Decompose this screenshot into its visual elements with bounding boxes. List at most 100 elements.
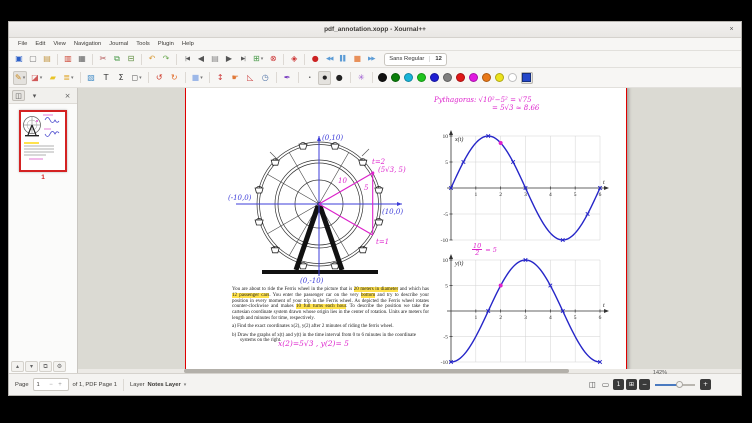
presentation-mode-button[interactable]: ▭ — [600, 379, 611, 390]
fullscreen-button[interactable]: ◈ — [288, 53, 300, 65]
sidebar-dropdown-button[interactable]: ▾ — [28, 90, 41, 101]
redo-button[interactable]: ↷ — [160, 53, 172, 65]
color-magenta-swatch[interactable] — [469, 73, 478, 82]
color-white-swatch[interactable] — [508, 73, 517, 82]
pen-tool-button[interactable]: ✎▾ — [13, 71, 27, 85]
print-button[interactable]: ▦ — [76, 53, 88, 65]
scroll-up-button[interactable]: ▴ — [11, 361, 24, 372]
layer-chevron-icon[interactable]: ▾ — [184, 382, 187, 388]
select-rectangle-button[interactable]: ■▾ — [190, 71, 205, 85]
add-page-dropdown-icon[interactable]: ▾ — [261, 56, 264, 62]
select-rectangle-dropdown-icon[interactable]: ▾ — [200, 75, 203, 81]
ruler-button[interactable]: ◺ — [244, 71, 257, 85]
spline-button[interactable]: ◷ — [259, 71, 272, 85]
color-green-swatch[interactable] — [417, 73, 426, 82]
save-button[interactable]: ▣ — [13, 53, 25, 65]
zoom-out-button[interactable]: − — [639, 379, 650, 390]
open-file-button[interactable]: ▤ — [41, 53, 53, 65]
settings-button[interactable]: ⚙ — [53, 361, 66, 372]
undo-icon: ↶ — [149, 54, 156, 64]
menu-plugin[interactable]: Plugin — [154, 41, 178, 47]
fill-tool-button[interactable]: ✳ — [355, 71, 368, 85]
menu-view[interactable]: View — [49, 41, 69, 47]
view-icons: ◫▭1⊞− — [587, 379, 650, 390]
pen-medium-button[interactable]: ● — [318, 71, 331, 85]
color-red-swatch[interactable] — [456, 73, 465, 82]
pen-tool-dropdown-icon[interactable]: ▾ — [23, 75, 26, 81]
shapes-tool-button[interactable]: ◻▾ — [130, 71, 144, 85]
font-family-value: Sans Regular — [389, 56, 424, 62]
highlighter-tool-button[interactable]: ▰ — [46, 71, 59, 85]
paste-button[interactable]: ⊟ — [125, 53, 137, 65]
layer-value[interactable]: Notes Layer — [148, 382, 181, 388]
color-gray-swatch[interactable] — [443, 73, 452, 82]
title-bar[interactable]: pdf_annotation.xopp - Xournal++ × — [9, 22, 741, 38]
draw-coordinate-system-button[interactable]: ↻ — [168, 71, 181, 85]
color-orange-swatch[interactable] — [482, 73, 491, 82]
vertical-space-button[interactable]: ↕ — [214, 71, 227, 85]
page-decrement-button[interactable]: − — [47, 382, 56, 388]
insert-image-button[interactable]: ▧ — [85, 71, 98, 85]
next-page-button[interactable]: ▶ — [223, 53, 235, 65]
shape-recognizer-button[interactable]: ↺ — [153, 71, 166, 85]
color-black-swatch[interactable] — [378, 73, 387, 82]
copy-button[interactable]: ⧉ — [111, 53, 123, 65]
menu-journal[interactable]: Journal — [105, 41, 132, 47]
page-thumbnail[interactable] — [19, 110, 67, 172]
fit-width-button[interactable]: ⊞ — [626, 379, 637, 390]
pdf-page[interactable]: Pythagoras: √10²−5² = √75 = 5√3 ≈ 8.66 — [185, 88, 627, 373]
export-pdf-button[interactable]: ▥ — [62, 53, 74, 65]
first-page-button[interactable]: |◀ — [181, 53, 193, 65]
pen-fine-button[interactable]: • — [303, 71, 316, 85]
stylus-pen-button[interactable]: ✒ — [281, 71, 294, 85]
forward-audio-button[interactable]: ▶▶ — [365, 53, 377, 65]
previous-page-button[interactable]: ◀ — [195, 53, 207, 65]
new-file-button[interactable]: ▢ — [27, 53, 39, 65]
svg-text:4: 4 — [549, 315, 552, 321]
eraser-tool-button[interactable]: ◪▾ — [29, 71, 44, 85]
add-page-button[interactable]: ⊞▾ — [251, 53, 265, 65]
zoom-in-button[interactable]: + — [700, 379, 711, 390]
select-pdf-text-button[interactable]: ≣▾ — [61, 71, 75, 85]
dual-page-view-button[interactable]: ◫ — [587, 379, 598, 390]
text-tool-button[interactable]: T — [100, 71, 113, 85]
cut-button[interactable]: ✂ — [97, 53, 109, 65]
delete-page-button[interactable]: ⊗ — [267, 53, 279, 65]
page-increment-button[interactable]: + — [56, 382, 65, 388]
sidebar-preview-toggle[interactable]: ◫ — [12, 90, 25, 101]
stop-audio-icon: ■ — [353, 54, 361, 64]
sidebar-close-button[interactable]: × — [61, 90, 74, 101]
fit-page-button[interactable]: 1 — [613, 379, 624, 390]
color-dark-green-swatch[interactable] — [391, 73, 400, 82]
pen-thick-button[interactable]: ● — [333, 71, 346, 85]
math-tex-button[interactable]: Σ — [115, 71, 128, 85]
color-cyan-swatch[interactable] — [404, 73, 413, 82]
menu-edit[interactable]: Edit — [31, 41, 49, 47]
page-position-button[interactable]: ▤ — [209, 53, 221, 65]
menu-file[interactable]: File — [14, 41, 31, 47]
stop-audio-button[interactable]: ■ — [351, 53, 363, 65]
document-canvas[interactable]: Pythagoras: √10²−5² = √75 = 5√3 ≈ 8.66 — [78, 88, 741, 373]
duplicate-page-button[interactable]: ⧉ — [39, 361, 52, 372]
undo-button[interactable]: ↶ — [146, 53, 158, 65]
color-blue-swatch[interactable] — [430, 73, 439, 82]
close-window-button[interactable]: × — [726, 24, 737, 35]
zoom-slider-knob[interactable] — [676, 381, 683, 388]
color-yellow-swatch[interactable] — [495, 73, 504, 82]
pause-audio-button[interactable]: ▌▌ — [337, 53, 349, 65]
eraser-tool-dropdown-icon[interactable]: ▾ — [40, 75, 43, 81]
menu-navigation[interactable]: Navigation — [70, 41, 105, 47]
font-selector[interactable]: Sans Regular 12 — [384, 53, 447, 66]
hand-tool-button[interactable]: ☛ — [229, 71, 242, 85]
menu-help[interactable]: Help — [178, 41, 198, 47]
last-page-button[interactable]: ▶| — [237, 53, 249, 65]
page-spinner[interactable]: 1 − + — [33, 378, 69, 391]
rewind-audio-button[interactable]: ◀◀ — [323, 53, 335, 65]
select-pdf-text-dropdown-icon[interactable]: ▾ — [71, 75, 74, 81]
shapes-tool-dropdown-icon[interactable]: ▾ — [139, 75, 142, 81]
menu-tools[interactable]: Tools — [132, 41, 154, 47]
record-audio-button[interactable]: ● — [309, 53, 321, 65]
scroll-down-button[interactable]: ▾ — [25, 361, 38, 372]
color-picker-button[interactable] — [521, 72, 533, 84]
zoom-slider[interactable] — [655, 379, 695, 390]
